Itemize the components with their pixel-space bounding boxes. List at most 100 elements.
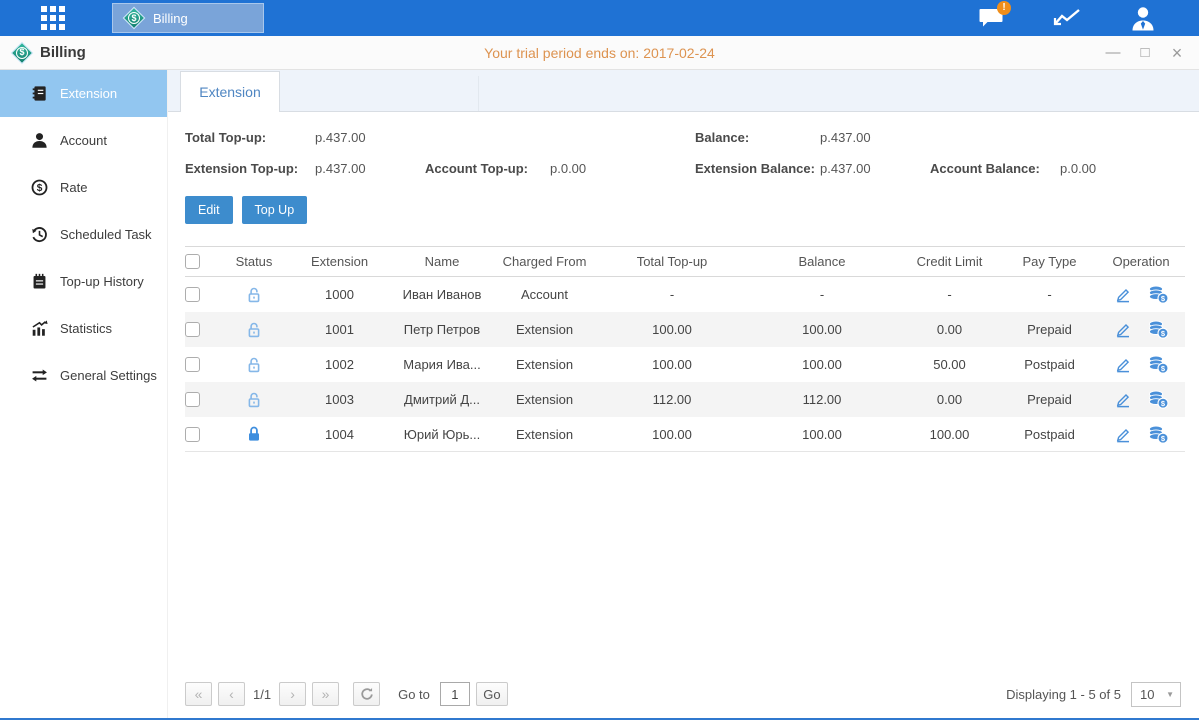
sidebar-item-rate[interactable]: $ Rate bbox=[0, 164, 167, 211]
svg-text:$: $ bbox=[36, 183, 42, 194]
account-balance-label: Account Balance: bbox=[930, 161, 1040, 176]
column-header: Name bbox=[392, 254, 492, 269]
account-topup-label: Account Top-up: bbox=[425, 161, 528, 176]
main-content: Extension Total Top-up: p.437.00 Balance… bbox=[168, 70, 1199, 718]
titlebar: $ Billing Your trial period ends on: 201… bbox=[0, 36, 1199, 70]
table-cell: Дмитрий Д... bbox=[392, 392, 492, 407]
topup-row-icon[interactable]: $ bbox=[1148, 390, 1169, 409]
first-page-button[interactable]: « bbox=[185, 682, 212, 706]
table-cell: Account bbox=[492, 287, 597, 302]
table-row: 1002Мария Ива...Extension100.00100.0050.… bbox=[185, 347, 1185, 382]
table-row: 1004Юрий Юрь...Extension100.00100.00100.… bbox=[185, 417, 1185, 452]
lock-closed-icon bbox=[246, 425, 262, 443]
page-indicator: 1/1 bbox=[253, 687, 271, 702]
reports-chart-icon[interactable] bbox=[1051, 3, 1083, 33]
user-account-icon[interactable] bbox=[1127, 3, 1159, 33]
topup-row-icon[interactable]: $ bbox=[1148, 355, 1169, 374]
topbar: $ Billing ! bbox=[0, 0, 1199, 36]
extension-topup-label: Extension Top-up: bbox=[185, 161, 298, 176]
account-balance-value: p.0.00 bbox=[1060, 161, 1096, 176]
tab-extension[interactable]: Extension bbox=[180, 71, 280, 112]
billing-app-icon: $ bbox=[123, 7, 145, 29]
summary-row-2: Extension Top-up: p.437.00 Account Top-u… bbox=[185, 155, 1185, 186]
extension-balance-label: Extension Balance: bbox=[695, 161, 815, 176]
row-checkbox[interactable] bbox=[185, 427, 200, 442]
refresh-button[interactable] bbox=[353, 682, 380, 706]
lock-open-icon bbox=[246, 321, 262, 339]
billing-window-icon: $ bbox=[10, 41, 34, 65]
row-checkbox[interactable] bbox=[185, 254, 200, 269]
go-button[interactable]: Go bbox=[476, 682, 508, 706]
edit-button[interactable]: Edit bbox=[185, 196, 233, 224]
extensions-table: StatusExtensionNameCharged FromTotal Top… bbox=[185, 246, 1185, 452]
table-cell: 1000 bbox=[287, 287, 392, 302]
column-header: Pay Type bbox=[1002, 254, 1097, 269]
displaying-text: Displaying 1 - 5 of 5 bbox=[1006, 687, 1121, 702]
window-title: $ Billing bbox=[10, 41, 86, 65]
messages-icon[interactable]: ! bbox=[975, 3, 1007, 33]
row-checkbox[interactable] bbox=[185, 357, 200, 372]
lock-open-icon bbox=[246, 356, 262, 374]
topup-row-icon[interactable]: $ bbox=[1148, 320, 1169, 339]
operation-cell: $ bbox=[1114, 355, 1169, 374]
close-icon[interactable]: × bbox=[1169, 45, 1185, 61]
sidebar-item-extension[interactable]: Extension bbox=[0, 70, 167, 117]
last-page-button[interactable]: » bbox=[312, 682, 339, 706]
account-topup-value: p.0.00 bbox=[550, 161, 586, 176]
maximize-icon[interactable]: □ bbox=[1137, 45, 1153, 61]
sidebar-item-account[interactable]: Account bbox=[0, 117, 167, 164]
sidebar-item-scheduled-task[interactable]: Scheduled Task bbox=[0, 211, 167, 258]
tab-strip: Extension bbox=[168, 70, 1199, 112]
row-checkbox[interactable] bbox=[185, 287, 200, 302]
edit-row-icon[interactable] bbox=[1114, 321, 1132, 338]
dollar-coin-icon: $ bbox=[30, 179, 48, 197]
statistics-chart-icon bbox=[30, 320, 48, 338]
sidebar-item-general-settings[interactable]: General Settings bbox=[0, 352, 167, 399]
table-cell: $ bbox=[1097, 320, 1185, 339]
table-cell: Extension bbox=[492, 392, 597, 407]
goto-label: Go to bbox=[398, 687, 430, 702]
operation-cell: $ bbox=[1114, 320, 1169, 339]
taskbar-tab-billing[interactable]: $ Billing bbox=[112, 3, 264, 33]
table-cell bbox=[185, 322, 221, 337]
table-cell bbox=[185, 427, 221, 442]
table-cell: 1004 bbox=[287, 427, 392, 442]
topup-row-icon[interactable]: $ bbox=[1148, 285, 1169, 304]
sidebar-item-statistics[interactable]: Statistics bbox=[0, 305, 167, 352]
prev-page-button[interactable]: ‹ bbox=[218, 682, 245, 706]
edit-row-icon[interactable] bbox=[1114, 426, 1132, 443]
top-up-button[interactable]: Top Up bbox=[242, 196, 308, 224]
table-cell bbox=[221, 391, 287, 409]
table-cell: Петр Петров bbox=[392, 322, 492, 337]
sidebar-item-label: Rate bbox=[60, 180, 87, 195]
edit-row-icon[interactable] bbox=[1114, 286, 1132, 303]
table-cell: 100.00 bbox=[597, 322, 747, 337]
edit-row-icon[interactable] bbox=[1114, 356, 1132, 373]
sidebar-item-topup-history[interactable]: Top-up History bbox=[0, 258, 167, 305]
page-size-value: 10 bbox=[1140, 687, 1154, 702]
sidebar: Extension Account $ Rate Scheduled Task bbox=[0, 70, 168, 718]
table-cell: 112.00 bbox=[747, 392, 897, 407]
lock-open-icon bbox=[246, 286, 262, 304]
app-grid-icon[interactable] bbox=[38, 5, 68, 31]
table-cell bbox=[185, 287, 221, 302]
total-topup-value: p.437.00 bbox=[315, 130, 366, 145]
page-size-select[interactable]: 10 ▼ bbox=[1131, 682, 1181, 707]
topup-row-icon[interactable]: $ bbox=[1148, 425, 1169, 444]
operation-cell: $ bbox=[1114, 285, 1169, 304]
table-cell: 0.00 bbox=[897, 392, 1002, 407]
table-cell bbox=[185, 357, 221, 372]
table-cell: 100.00 bbox=[897, 427, 1002, 442]
dropdown-arrow-icon: ▼ bbox=[1166, 690, 1174, 699]
goto-page-input[interactable] bbox=[440, 682, 470, 706]
pagination-right: Displaying 1 - 5 of 5 10 ▼ bbox=[1006, 682, 1185, 707]
table-row: 1000Иван ИвановAccount----$ bbox=[185, 277, 1185, 312]
minimize-icon[interactable]: — bbox=[1105, 45, 1121, 61]
row-checkbox[interactable] bbox=[185, 392, 200, 407]
topbar-icons: ! bbox=[975, 0, 1159, 36]
ledger-icon bbox=[30, 85, 48, 103]
row-checkbox[interactable] bbox=[185, 322, 200, 337]
edit-row-icon[interactable] bbox=[1114, 391, 1132, 408]
table-cell bbox=[221, 356, 287, 374]
next-page-button[interactable]: › bbox=[279, 682, 306, 706]
